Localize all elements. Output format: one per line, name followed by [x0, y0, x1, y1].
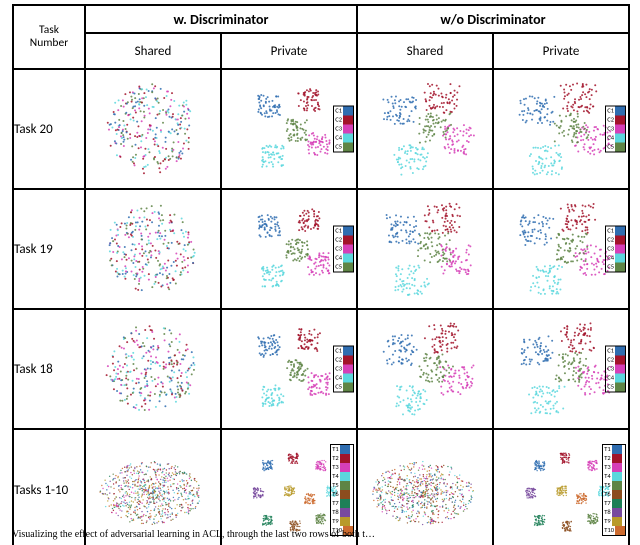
panel: C1C2C3C4C5 — [493, 69, 629, 189]
panel: C1C2C3C4C5 — [221, 189, 357, 309]
panel — [357, 309, 493, 429]
legend: C1C2C3C4C5 — [333, 106, 354, 153]
panel — [85, 69, 221, 189]
figure-caption: Visualizing the effect of adversarial le… — [12, 529, 624, 540]
col-private-2: Private — [493, 33, 629, 69]
panel: T1T2T3T4T5T6T7T8T9T10 — [221, 429, 357, 545]
col-shared-2: Shared — [357, 33, 493, 69]
col-group-with: w. Discriminator — [85, 5, 357, 33]
row-label: Task 19 — [13, 189, 85, 309]
scatter-plot — [358, 190, 492, 308]
col-shared-1: Shared — [85, 33, 221, 69]
col-group-without: w/o Discriminator — [357, 5, 629, 33]
panel — [357, 69, 493, 189]
panel: C1C2C3C4C5 — [221, 69, 357, 189]
row-task-18: Task 18 C1C2C3C4C5 C1C2C3C4C5 — [13, 309, 629, 429]
legend: T1T2T3T4T5T6T7T8T9T10 — [330, 444, 354, 536]
col-private-1: Private — [221, 33, 357, 69]
panel — [85, 189, 221, 309]
panel — [357, 189, 493, 309]
scatter-plot — [86, 310, 220, 428]
scatter-plot — [86, 70, 220, 188]
legend: C1C2C3C4C5 — [333, 346, 354, 393]
row-label: Task 20 — [13, 69, 85, 189]
task-col-l2: Number — [30, 36, 68, 50]
scatter-plot — [86, 430, 220, 545]
scatter-plot — [358, 70, 492, 188]
legend: C1C2C3C4C5 — [605, 226, 626, 273]
comparison-table: Task Number w. Discriminator w/o Discrim… — [12, 4, 630, 545]
row-tasks-1-10: Tasks 1-10 T1T2T3T4T5T6T7T8T9T10 T1T2T3T… — [13, 429, 629, 545]
panel — [85, 309, 221, 429]
row-task-19: Task 19 C1C2C3C4C5 C1C2C3C4C5 — [13, 189, 629, 309]
panel: C1C2C3C4C5 — [493, 189, 629, 309]
legend: T1T2T3T4T5T6T7T8T9T10 — [602, 444, 626, 536]
row-label: Tasks 1-10 — [13, 429, 85, 545]
row-task-20: Task 20 C1C2C3C4C5 C1C2C3C4C5 — [13, 69, 629, 189]
legend: C1C2C3C4C5 — [605, 106, 626, 153]
panel — [357, 429, 493, 545]
legend: C1C2C3C4C5 — [605, 346, 626, 393]
panel: C1C2C3C4C5 — [221, 309, 357, 429]
scatter-plot — [358, 310, 492, 428]
scatter-plot — [86, 190, 220, 308]
panel: C1C2C3C4C5 — [493, 309, 629, 429]
col-task-number: Task Number — [13, 5, 85, 69]
panel: T1T2T3T4T5T6T7T8T9T10 — [493, 429, 629, 545]
panel — [85, 429, 221, 545]
legend: C1C2C3C4C5 — [333, 226, 354, 273]
row-label: Task 18 — [13, 309, 85, 429]
scatter-plot — [358, 430, 492, 545]
